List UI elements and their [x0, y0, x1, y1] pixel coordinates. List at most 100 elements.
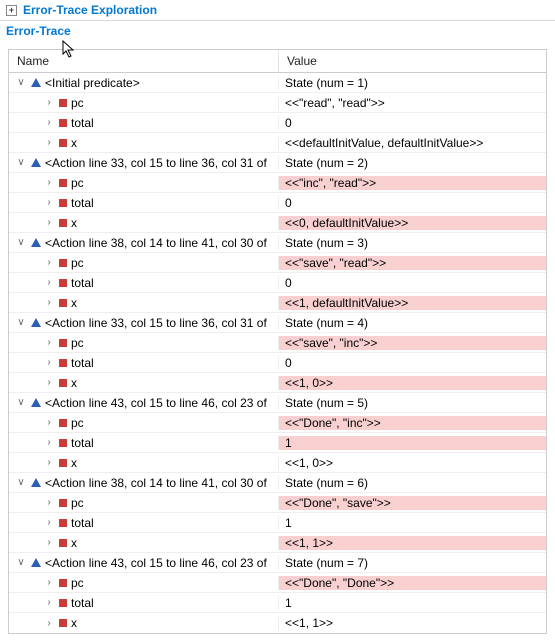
section-exploration[interactable]: + Error-Trace Exploration — [0, 0, 555, 21]
variable-icon — [59, 619, 67, 627]
variable-row[interactable]: ›total1 — [9, 433, 546, 453]
state-label: <Action line 38, col 14 to line 41, col … — [45, 236, 267, 250]
chevron-right-icon[interactable]: › — [43, 618, 55, 629]
variable-row[interactable]: ›x<<defaultInitValue, defaultInitValue>> — [9, 133, 546, 153]
state-icon — [31, 478, 41, 487]
variable-name: pc — [71, 496, 84, 510]
variable-row[interactable]: › pc <<"Done", "Done">> — [9, 573, 546, 593]
chevron-right-icon[interactable]: › — [43, 277, 55, 288]
variable-value: <<"Done", "Done">> — [279, 576, 546, 590]
variable-row[interactable]: › x <<1, 0>> — [9, 373, 546, 393]
variable-name: x — [71, 616, 77, 630]
chevron-right-icon[interactable]: › — [43, 497, 55, 508]
chevron-right-icon[interactable]: › — [43, 137, 55, 148]
variable-value: <<"read", "read">> — [279, 96, 546, 110]
variable-row[interactable]: ›x<<1, 0>> — [9, 453, 546, 473]
variable-name: total — [71, 356, 94, 370]
chevron-right-icon[interactable]: › — [43, 297, 55, 308]
variable-name: x — [71, 216, 77, 230]
chevron-right-icon[interactable]: › — [43, 97, 55, 108]
variable-row[interactable]: ›pc<<"inc", "read">> — [9, 173, 546, 193]
variable-row[interactable]: ›pc<<"Done", "save">> — [9, 493, 546, 513]
variable-row[interactable]: ›x<<1, 1>> — [9, 613, 546, 633]
chevron-right-icon[interactable]: › — [43, 537, 55, 548]
state-row[interactable]: ∨ <Action line 43, col 15 to line 46, col… — [9, 393, 546, 413]
variable-row[interactable]: › total 1 — [9, 513, 546, 533]
variable-row[interactable]: ›pc<<"save", "inc">> — [9, 333, 546, 353]
variable-icon — [59, 299, 67, 307]
variable-name: total — [71, 516, 94, 530]
chevron-right-icon[interactable]: › — [43, 357, 55, 368]
state-icon — [31, 318, 41, 327]
variable-value: 1 — [279, 596, 546, 610]
chevron-right-icon[interactable]: › — [43, 377, 55, 388]
chevron-right-icon[interactable]: › — [43, 437, 55, 448]
variable-name: x — [71, 296, 77, 310]
state-label: <Initial predicate> — [45, 76, 140, 90]
chevron-down-icon[interactable]: ∨ — [15, 237, 27, 248]
variable-icon — [59, 579, 67, 587]
state-row[interactable]: ∨<Action line 33, col 15 to line 36, col… — [9, 313, 546, 333]
chevron-down-icon[interactable]: ∨ — [15, 557, 27, 568]
variable-name: x — [71, 376, 77, 390]
chevron-right-icon[interactable]: › — [43, 197, 55, 208]
chevron-right-icon[interactable]: › — [43, 177, 55, 188]
state-value: State (num = 3) — [279, 236, 546, 250]
chevron-right-icon[interactable]: › — [43, 457, 55, 468]
chevron-right-icon[interactable]: › — [43, 217, 55, 228]
chevron-right-icon[interactable]: › — [43, 597, 55, 608]
variable-name: total — [71, 596, 94, 610]
variable-value: <<defaultInitValue, defaultInitValue>> — [279, 136, 546, 150]
chevron-right-icon[interactable]: › — [43, 117, 55, 128]
section-trace[interactable]: Error-Trace — [0, 21, 555, 41]
variable-row[interactable]: › total 1 — [9, 593, 546, 613]
state-row[interactable]: ∨ <Action line 33, col 15 to line 36, col… — [9, 153, 546, 173]
state-row[interactable]: ∨<Action line 43, col 15 to line 46, col… — [9, 553, 546, 573]
variable-name: pc — [71, 576, 84, 590]
variable-icon — [59, 139, 67, 147]
variable-row[interactable]: ›total0 — [9, 273, 546, 293]
chevron-down-icon[interactable]: ∨ — [15, 77, 27, 88]
state-label: <Action line 43, col 15 to line 46, col … — [45, 396, 267, 410]
state-label: <Action line 38, col 14 to line 41, col … — [45, 476, 267, 490]
variable-value: <<"Done", "inc">> — [279, 416, 546, 430]
variable-row[interactable]: ›x<<1, defaultInitValue>> — [9, 293, 546, 313]
column-header-value[interactable]: Value — [279, 50, 546, 72]
state-value: State (num = 6) — [279, 476, 546, 490]
variable-row[interactable]: ›total0 — [9, 113, 546, 133]
state-row[interactable]: ∨ <Action line 38, col 14 to line 41, col… — [9, 233, 546, 253]
variable-row[interactable]: ›pc<<"save", "read">> — [9, 253, 546, 273]
state-icon — [31, 398, 41, 407]
column-header-name[interactable]: Name — [9, 50, 279, 72]
chevron-down-icon[interactable]: ∨ — [15, 317, 27, 328]
chevron-right-icon[interactable]: › — [43, 517, 55, 528]
variable-value: 0 — [279, 116, 546, 130]
variable-value: <<"save", "inc">> — [279, 336, 546, 350]
variable-value: 1 — [279, 516, 546, 530]
variable-value: <<1, 0>> — [279, 376, 546, 390]
state-value: State (num = 4) — [279, 316, 546, 330]
variable-row[interactable]: ›x<<0, defaultInitValue>> — [9, 213, 546, 233]
variable-row[interactable]: ›pc<<"read", "read">> — [9, 93, 546, 113]
variable-row[interactable]: ›total0 — [9, 353, 546, 373]
chevron-right-icon[interactable]: › — [43, 337, 55, 348]
state-label: <Action line 33, col 15 to line 36, col … — [45, 156, 267, 170]
chevron-right-icon[interactable]: › — [43, 417, 55, 428]
chevron-right-icon[interactable]: › — [43, 257, 55, 268]
variable-icon — [59, 539, 67, 547]
variable-row[interactable]: ›pc<<"Done", "inc">> — [9, 413, 546, 433]
chevron-down-icon[interactable]: ∨ — [15, 477, 27, 488]
chevron-right-icon[interactable]: › — [43, 577, 55, 588]
variable-icon — [59, 219, 67, 227]
variable-value: 0 — [279, 276, 546, 290]
state-value: State (num = 5) — [279, 396, 546, 410]
variable-value: <<"inc", "read">> — [279, 176, 546, 190]
chevron-down-icon[interactable]: ∨ — [15, 397, 27, 408]
variable-icon — [59, 99, 67, 107]
variable-row[interactable]: ›x<<1, 1>> — [9, 533, 546, 553]
variable-row[interactable]: ›total0 — [9, 193, 546, 213]
expand-icon[interactable]: + — [6, 5, 17, 16]
state-row[interactable]: ∨<Initial predicate>State (num = 1) — [9, 73, 546, 93]
state-row[interactable]: ∨ <Action line 38, col 14 to line 41, col… — [9, 473, 546, 493]
chevron-down-icon[interactable]: ∨ — [15, 157, 27, 168]
